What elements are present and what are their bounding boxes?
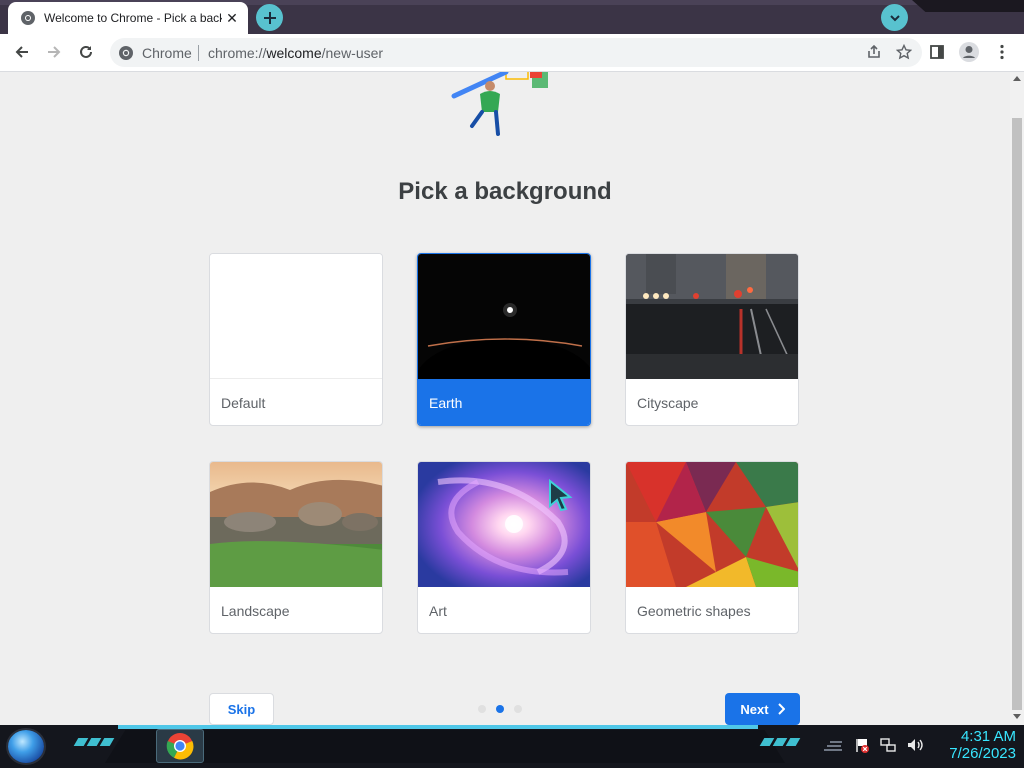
url-host: welcome [266, 45, 322, 61]
taskbar-chevrons-right [759, 738, 801, 746]
page-title: Pick a background [398, 178, 612, 205]
reload-icon [80, 45, 92, 58]
new-tab-button[interactable] [256, 4, 283, 31]
next-button[interactable]: Next [725, 693, 800, 725]
background-card-default[interactable]: Default [209, 253, 383, 426]
taskbar-clock[interactable]: 4:31 AM 7/26/2023 [930, 728, 1016, 762]
taskbar-chevrons-left [73, 738, 115, 746]
start-button[interactable] [8, 730, 44, 763]
scroll-thumb[interactable] [1012, 118, 1022, 710]
next-label: Next [740, 701, 769, 717]
step-dot-2 [496, 705, 504, 713]
url-path: /new-user [321, 45, 384, 61]
omnibox-chip: Chrome [142, 45, 192, 61]
card-label: Landscape [221, 603, 290, 619]
card-label: Geometric shapes [637, 603, 751, 619]
background-card-geometric-shapes[interactable]: Geometric shapes [625, 461, 799, 634]
close-icon[interactable]: ✕ [224, 10, 240, 26]
taskbar: 4:31 AM 7/26/2023 [0, 725, 1024, 768]
page-content: Pick a background Default Earth Cityscap… [0, 72, 1010, 725]
flag-icon[interactable] [854, 737, 870, 753]
side-panel-button[interactable] [923, 38, 951, 66]
taskbar-band [105, 730, 785, 763]
reload-button[interactable] [72, 38, 100, 66]
chevron-right-icon [777, 703, 785, 715]
card-label: Earth [418, 379, 590, 425]
side-panel-icon [930, 45, 944, 59]
vertical-scrollbar[interactable] [1010, 72, 1024, 725]
forward-arrow-icon [48, 46, 61, 58]
omnibox-separator [198, 45, 199, 61]
chrome-favicon [20, 10, 36, 26]
skip-button[interactable]: Skip [209, 693, 274, 725]
tab-title: Welcome to Chrome - Pick a background [44, 11, 222, 25]
painter-illustration [451, 72, 548, 136]
show-desktop-icon[interactable] [822, 738, 844, 752]
forward-button[interactable] [40, 38, 68, 66]
tab-search-button[interactable] [881, 4, 908, 31]
card-label: Default [221, 395, 266, 411]
chrome-icon [118, 45, 134, 61]
profile-button[interactable] [955, 38, 983, 66]
cursor-icon [549, 479, 573, 511]
scroll-down-arrow[interactable] [1013, 714, 1021, 719]
profile-icon [959, 42, 979, 62]
default-thumbnail [210, 254, 382, 379]
earth-thumbnail [418, 254, 590, 425]
clock-date: 7/26/2023 [949, 745, 1016, 762]
back-arrow-icon [15, 46, 28, 58]
step-dot-1 [478, 705, 486, 713]
back-button[interactable] [8, 38, 36, 66]
landscape-thumbnail [210, 462, 382, 587]
url-prefix: chrome:// [208, 45, 267, 61]
star-icon[interactable] [895, 43, 913, 65]
taskbar-glow [118, 725, 758, 729]
url-text[interactable]: chrome://welcome/new-user [208, 45, 383, 61]
chrome-icon [166, 733, 194, 760]
address-bar[interactable]: Chrome chrome://welcome/new-user [110, 38, 922, 67]
step-dot-3 [514, 705, 522, 713]
background-card-cityscape[interactable]: Cityscape [625, 253, 799, 426]
tab-strip: Welcome to Chrome - Pick a background ✕ [0, 0, 1024, 34]
geometric-shapes-thumbnail [626, 462, 798, 587]
card-label: Cityscape [637, 395, 699, 411]
clock-time: 4:31 AM [960, 728, 1016, 745]
tab-strip-decoration [912, 0, 1024, 12]
network-icon[interactable] [880, 737, 896, 753]
toolbar: Chrome chrome://welcome/new-user [0, 34, 1024, 72]
system-tray [822, 737, 924, 753]
more-icon [1000, 44, 1004, 60]
plus-icon [263, 11, 276, 24]
chevron-down-icon [889, 14, 900, 21]
background-card-landscape[interactable]: Landscape [209, 461, 383, 634]
scroll-up-arrow[interactable] [1013, 76, 1021, 81]
cityscape-thumbnail [626, 254, 798, 380]
speaker-icon[interactable] [906, 737, 924, 753]
background-card-earth[interactable]: Earth [417, 253, 591, 426]
tab-welcome[interactable]: Welcome to Chrome - Pick a background ✕ [8, 2, 248, 34]
more-button[interactable] [988, 38, 1016, 66]
share-icon[interactable] [866, 44, 882, 65]
card-label: Art [429, 603, 447, 619]
taskbar-chrome-button[interactable] [156, 729, 204, 763]
step-indicator [478, 705, 524, 715]
